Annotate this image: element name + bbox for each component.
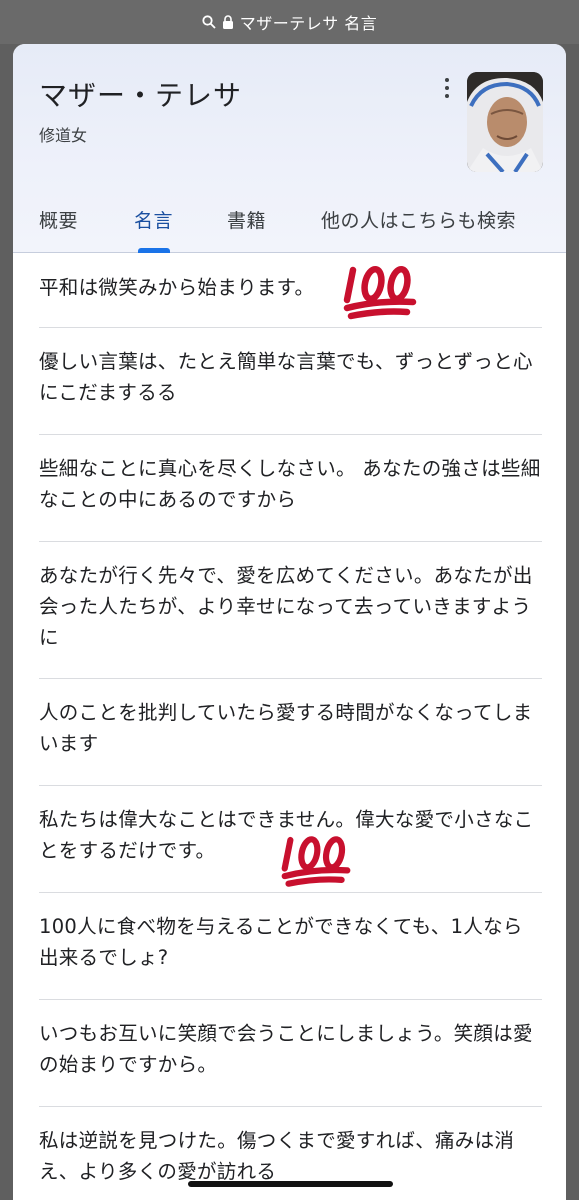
quote-text: 100人に食べ物を与えることができなくても、1人なら出来るでしょ? bbox=[39, 915, 523, 969]
quote-text: あなたが行く先々で、愛を広めてください。あなたが出会った人たちが、より幸せになっ… bbox=[39, 564, 533, 649]
quote-text: 平和は微笑みから始まります。 bbox=[39, 276, 315, 299]
quote-text: 人のことを批判していたら愛する時間がなくなってしまいます bbox=[39, 701, 533, 755]
search-icon bbox=[202, 15, 216, 29]
panel-title: マザー・テレサ bbox=[39, 79, 243, 112]
quote-item[interactable]: 人のことを批判していたら愛する時間がなくなってしまいます bbox=[39, 679, 542, 786]
quote-item[interactable]: 優しい言葉は、たとえ簡単な言葉でも、ずっとずっと心にこだまするる bbox=[39, 328, 542, 435]
home-indicator[interactable] bbox=[188, 1181, 393, 1187]
tab-quotes[interactable]: 名言 bbox=[134, 206, 173, 233]
tab-bar: 概要 名言 書籍 他の人はこちらも検索 bbox=[13, 202, 566, 253]
quote-item[interactable]: 些細なことに真心を尽くしなさい。 あなたの強さは些細なことの中にあるのですから bbox=[39, 435, 542, 542]
quote-item[interactable]: 平和は微笑みから始まります。 bbox=[39, 254, 542, 328]
hundred-points-emoji bbox=[281, 836, 351, 887]
panel-subtitle: 修道女 bbox=[39, 126, 88, 145]
quote-text: 私は逆説を見つけた。傷つくまで愛すれば、痛みは消え、より多くの愛が訪れる bbox=[39, 1129, 515, 1183]
knowledge-panel: マザー・テレサ 修道女 概要 名言 書籍 他の人はこちらも検索 平和は微笑みから… bbox=[13, 44, 566, 1200]
tab-overview[interactable]: 概要 bbox=[39, 206, 78, 233]
more-options-icon[interactable] bbox=[439, 76, 455, 100]
quote-text: いつもお互いに笑顔で会うことにしましょう。笑顔は愛の始まりですから。 bbox=[39, 1022, 533, 1076]
quote-item[interactable]: いつもお互いに笑顔で会うことにしましょう。笑顔は愛の始まりですから。 bbox=[39, 1000, 542, 1107]
portrait-photo[interactable] bbox=[467, 72, 543, 172]
quotes-list: 平和は微笑みから始まります。 優しい言葉は、たとえ簡単な言葉でも、ずっとずっと心… bbox=[39, 254, 542, 1200]
active-tab-indicator bbox=[138, 248, 170, 253]
address-text: マザーテレサ 名言 bbox=[239, 14, 378, 33]
tab-books[interactable]: 書籍 bbox=[227, 206, 266, 233]
lock-icon bbox=[222, 15, 234, 29]
quote-item[interactable]: あなたが行く先々で、愛を広めてください。あなたが出会った人たちが、より幸せになっ… bbox=[39, 542, 542, 679]
quote-item[interactable]: 100人に食べ物を与えることができなくても、1人なら出来るでしょ? bbox=[39, 893, 542, 1000]
quote-item[interactable]: 私たちは偉大なことはできません。偉大な愛で小さなことをするだけです。 bbox=[39, 786, 542, 893]
quote-text: 優しい言葉は、たとえ簡単な言葉でも、ずっとずっと心にこだまするる bbox=[39, 350, 533, 404]
quote-text: 些細なことに真心を尽くしなさい。 あなたの強さは些細なことの中にあるのですから bbox=[39, 457, 541, 511]
address-bar[interactable]: マザーテレサ 名言 bbox=[0, 0, 579, 44]
tab-people-also-search[interactable]: 他の人はこちらも検索 bbox=[321, 206, 516, 233]
panel-header: マザー・テレサ 修道女 概要 名言 書籍 他の人はこちらも検索 bbox=[13, 44, 566, 253]
hundred-points-emoji bbox=[343, 265, 417, 320]
